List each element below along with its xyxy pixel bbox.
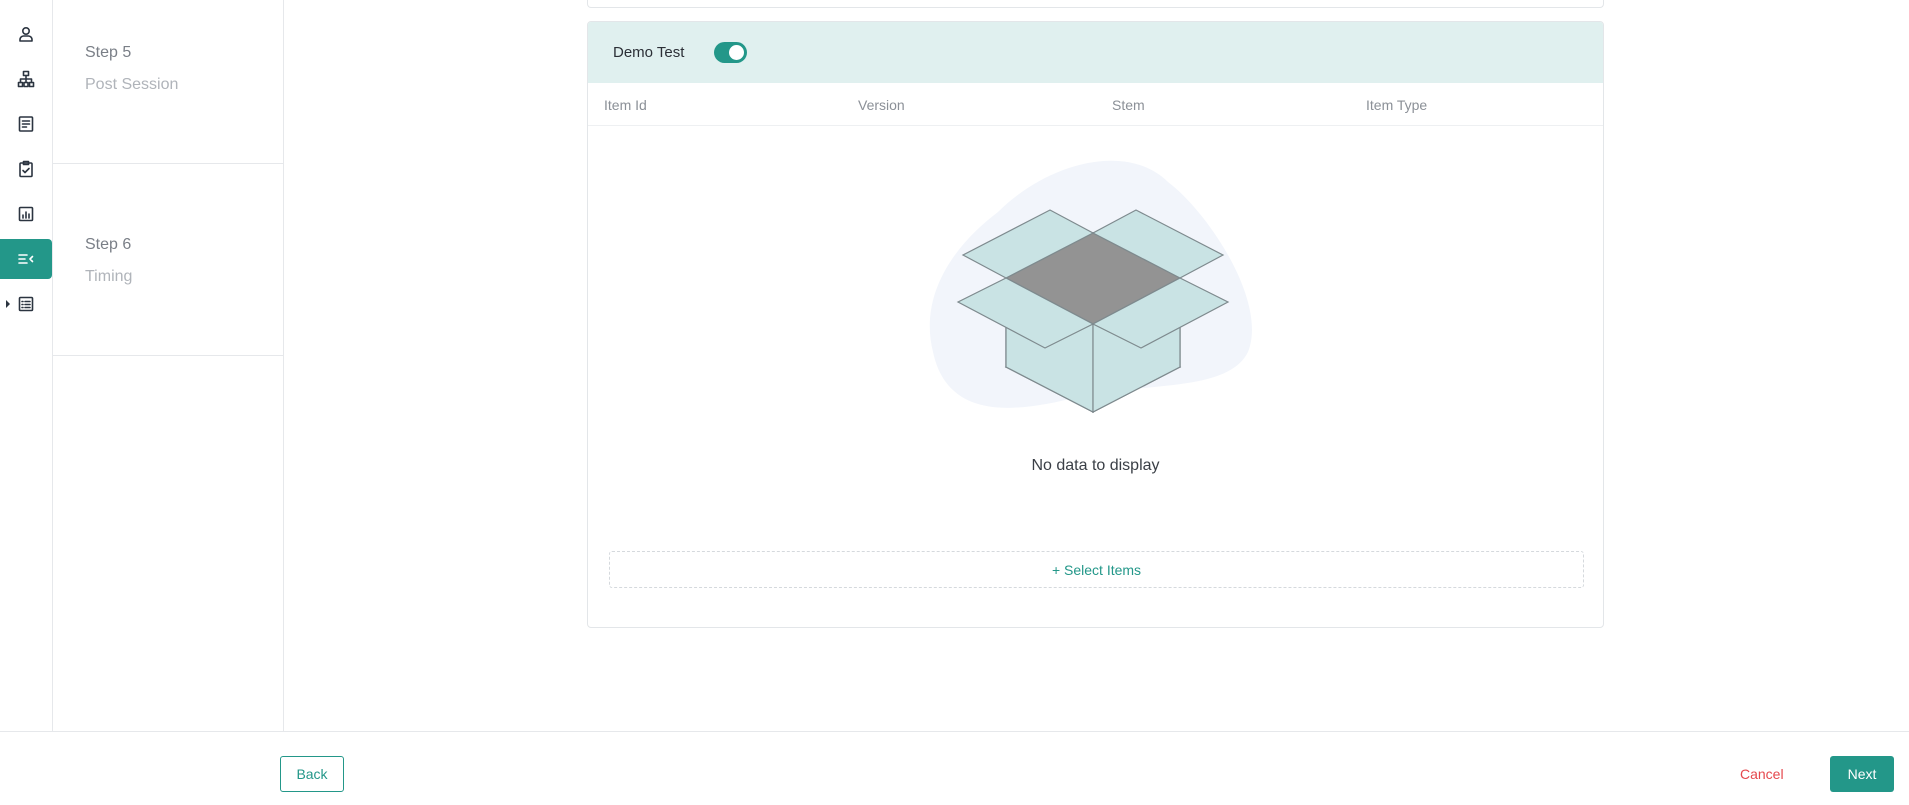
document-icon xyxy=(18,116,34,132)
column-header-item-id[interactable]: Item Id xyxy=(604,97,647,113)
step-number: Step 5 xyxy=(85,44,132,61)
column-header-version[interactable]: Version xyxy=(858,97,905,113)
toggle-knob xyxy=(729,45,744,60)
clipboard-check-icon xyxy=(19,160,33,178)
column-header-item-type[interactable]: Item Type xyxy=(1366,97,1427,113)
hierarchy-icon xyxy=(17,70,35,88)
rail-item-document[interactable] xyxy=(0,104,52,144)
step-item-5[interactable]: Step 5 Post Session xyxy=(53,0,283,164)
list-table-icon xyxy=(18,296,34,312)
rail-item-clipboard[interactable] xyxy=(0,149,52,189)
bar-chart-icon xyxy=(18,206,34,222)
next-button[interactable]: Next xyxy=(1830,756,1894,792)
panel-title: Demo Test xyxy=(613,44,685,61)
steps-column: Step 5 Post Session Step 6 Timing xyxy=(53,0,284,731)
align-left-icon xyxy=(18,254,34,264)
step-name: Post Session xyxy=(85,76,179,93)
panel-header: Demo Test xyxy=(588,22,1603,83)
rail-item-hierarchy[interactable] xyxy=(0,59,52,99)
empty-state-text: No data to display xyxy=(1031,457,1160,474)
footer-bar: Back Cancel Next xyxy=(0,731,1909,805)
rail-item-list[interactable] xyxy=(0,284,52,324)
empty-box-illustration xyxy=(929,160,1252,413)
step-number: Step 6 xyxy=(85,236,132,253)
rail-item-report[interactable] xyxy=(0,194,52,234)
previous-card-edge xyxy=(587,0,1604,8)
table-header: Item Id Version Stem Item Type xyxy=(588,83,1603,126)
step-name: Timing xyxy=(85,268,133,285)
back-button[interactable]: Back xyxy=(280,756,344,792)
cancel-button[interactable]: Cancel xyxy=(1740,756,1784,792)
rail-item-user[interactable] xyxy=(0,14,52,54)
demo-test-panel: Demo Test Item Id Version Stem Item Type… xyxy=(587,21,1604,628)
step-item-6[interactable]: Step 6 Timing xyxy=(53,164,283,356)
demo-test-toggle[interactable] xyxy=(714,42,747,63)
column-header-stem[interactable]: Stem xyxy=(1112,97,1145,113)
rail-item-sequence[interactable] xyxy=(0,239,52,279)
select-items-button[interactable]: + Select Items xyxy=(609,551,1584,588)
caret-right-icon xyxy=(6,300,10,308)
user-icon xyxy=(19,26,33,42)
icon-rail xyxy=(0,0,53,731)
